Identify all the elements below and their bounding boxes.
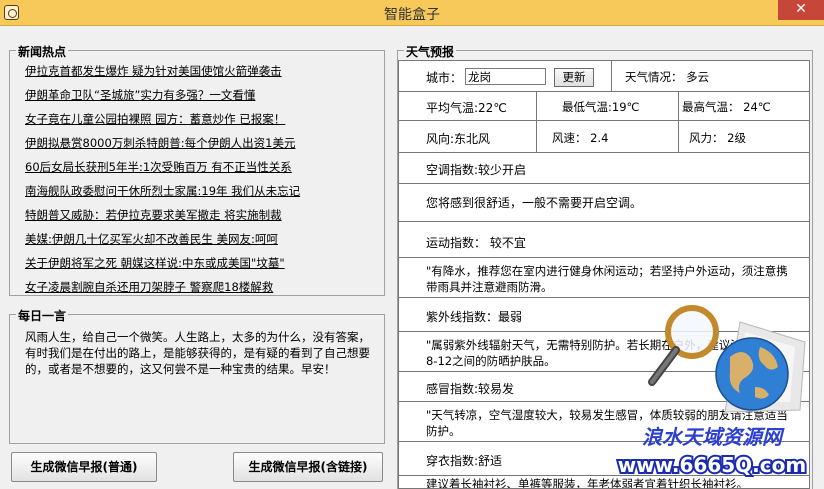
news-link[interactable]: 关于伊朗将军之死 朝媒这样说:中东或成美国"坟墓" [25, 251, 300, 275]
watermark-text: 浪水天域资源网 [642, 425, 785, 449]
condition-cell: 天气情况： 多云 [611, 61, 809, 91]
city-label: 城市： [426, 71, 463, 85]
quote-group-title: 每日一言 [16, 307, 69, 324]
wind-row: 风向:东北风 风速： 2.4 风力： 2级 [398, 121, 810, 153]
news-link[interactable]: 女子竟在儿童公园拍裸照 园方：蓄意炒作 已报案！ [25, 107, 300, 131]
wind-speed-cell: 风速： 2.4 [536, 121, 678, 152]
temperature-row: 平均气温:22℃ 最低气温:19℃ 最高气温： 24℃ [398, 92, 810, 121]
uv-index: 紫外线指数：最弱 [426, 310, 523, 324]
news-link[interactable]: 伊朗革命卫队“圣城旅”实力有多强？一文看懂 [25, 83, 300, 107]
news-link[interactable]: 伊拉克首都发生爆炸 疑为针对美国使馆火箭弹袭击 [25, 59, 300, 83]
min-temp: 最低气温:19℃ [562, 100, 640, 114]
watermark-art: 浪水天域资源网 www.6665Q.com [616, 425, 808, 479]
sport-advice-row: "有降水，推荐您在室内进行健身休闲运动；若坚持户外运动，须注意携带雨具并注意避雨… [398, 258, 810, 298]
update-button[interactable]: 更新 [554, 68, 594, 87]
min-temp-cell: 最低气温:19℃ [536, 92, 678, 120]
ac-index-row: 空调指数:较少开启 [398, 153, 810, 184]
weather-condition: 天气情况： 多云 [625, 70, 710, 84]
wind-direction: 风向:东北风 [426, 132, 491, 146]
watermark-logo: 浪水天域资源网 www.6665Q.com [612, 420, 812, 480]
generate-normal-button[interactable]: 生成微信早报(普通) [11, 452, 157, 482]
quote-group: 每日一言 风雨人生，给自己一个微笑。人生路上，太多的为什么，没有答案，有时我们是… [9, 307, 385, 444]
wind-power-cell: 风力： 2级 [678, 121, 809, 152]
news-group: 新闻热点 伊拉克首都发生爆炸 疑为针对美国使馆火箭弹袭击 伊朗革命卫队“圣城旅”… [9, 43, 385, 299]
news-link[interactable]: 女子凌晨割腕自杀还用刀架脖子 警察爬18楼解救 [25, 275, 300, 299]
ac-index: 空调指数:较少开启 [426, 163, 527, 177]
generate-links-button[interactable]: 生成微信早报(含链接) [233, 452, 383, 482]
news-link[interactable]: 美媒:伊朗几十亿买军火却不改善民生 美网友:呵呵 [25, 227, 300, 251]
globe-magnifier-icon [648, 305, 806, 413]
news-link[interactable]: 南海舰队政委慰问干休所烈士家属:19年 我们从未忘记 [25, 179, 300, 203]
close-button[interactable]: ✕ [778, 0, 824, 20]
ac-advice-row: 您将感到很舒适，一般不需要开启空调。 [398, 184, 810, 222]
sport-index-row: 运动指数： 较不宜 [398, 222, 810, 258]
weather-group-title: 天气预报 [404, 43, 457, 60]
title-bar[interactable]: 智能盒子 ✕ [0, 0, 824, 26]
wind-power: 风力： 2级 [689, 131, 746, 145]
avg-temp: 平均气温:22℃ [426, 101, 507, 115]
wind-speed: 风速： 2.4 [552, 131, 609, 145]
news-link[interactable]: 伊朗拟悬赏8000万刺杀特朗普:每个伊朗人出资1美元 [25, 131, 300, 155]
quote-text: 风雨人生，给自己一个微笑。人生路上，太多的为什么，没有答案，有时我们是在付出的路… [25, 330, 370, 376]
news-group-title: 新闻热点 [16, 43, 69, 60]
ac-advice: 您将感到很舒适，一般不需要开启空调。 [426, 196, 643, 210]
sport-advice: "有降水，推荐您在室内进行健身休闲运动；若坚持户外运动，须注意携带雨具并注意避雨… [426, 264, 788, 294]
news-link[interactable]: 60后女局长获刑5年半:1次受贿百万 有不正当性关系 [25, 155, 300, 179]
dress-index: 穿衣指数:舒适 [426, 454, 503, 468]
max-temp: 最高气温： 24℃ [682, 100, 771, 114]
news-list: 伊拉克首都发生爆炸 疑为针对美国使馆火箭弹袭击 伊朗革命卫队“圣城旅”实力有多强… [25, 59, 300, 299]
city-row: 城市： 更新 天气情况： 多云 [398, 60, 810, 92]
city-input[interactable] [465, 68, 546, 85]
window-title: 智能盒子 [384, 7, 440, 23]
max-temp-cell: 最高气温： 24℃ [678, 92, 809, 120]
news-link[interactable]: 特朗普又威胁：若伊拉克要求美军撤走 将实施制裁 [25, 203, 300, 227]
watermark-url: www.6665Q.com [618, 453, 806, 477]
sport-index: 运动指数： 较不宜 [426, 236, 526, 250]
cold-index: 感冒指数:较易发 [426, 382, 515, 396]
